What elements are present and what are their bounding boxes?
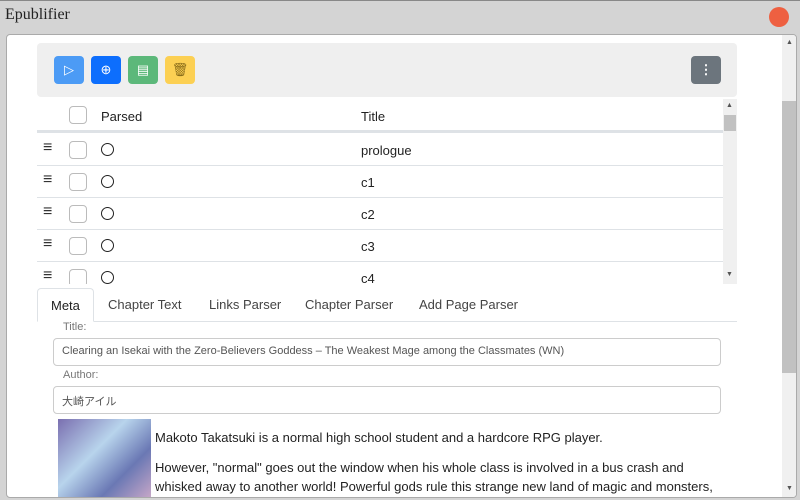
tab-chapter-parser[interactable]: Chapter Parser: [292, 288, 406, 322]
drag-handle-icon[interactable]: ≡: [43, 235, 52, 253]
scroll-up-icon[interactable]: ▲: [726, 102, 733, 109]
tab-bar: Meta Chapter Text Links Parser Chapter P…: [37, 288, 737, 322]
table-row[interactable]: ≡ c1: [37, 166, 723, 198]
delete-button[interactable]: 🗑: [165, 56, 195, 84]
kebab-icon: ⋮: [699, 62, 713, 77]
tab-add-page-parser[interactable]: Add Page Parser: [406, 288, 531, 322]
row-checkbox[interactable]: [69, 269, 87, 284]
tab-chapter-text[interactable]: Chapter Text: [95, 288, 194, 322]
window-scrollbar[interactable]: ▲ ▼: [782, 35, 796, 497]
play-icon: ▷: [64, 62, 74, 77]
description-paragraph: However, "normal" goes out the window wh…: [155, 460, 713, 494]
drag-handle-icon[interactable]: ≡: [43, 267, 52, 284]
parse-button[interactable]: ▷: [54, 56, 84, 84]
drag-handle-icon[interactable]: ≡: [43, 203, 52, 221]
table-header: Parsed Title: [37, 99, 723, 133]
table-row[interactable]: ≡ prologue: [37, 134, 723, 166]
unparsed-circle-icon: [101, 143, 114, 156]
tab-meta[interactable]: Meta: [37, 288, 94, 322]
row-title: c2: [361, 207, 375, 222]
unparsed-circle-icon: [101, 239, 114, 252]
toolbar: ▷ ⊕ ▤ 🗑 ⋮: [37, 43, 737, 97]
author-label: Author:: [63, 369, 99, 381]
row-title: prologue: [361, 143, 412, 158]
table-scroll-thumb[interactable]: [724, 115, 736, 131]
row-title: c3: [361, 239, 375, 254]
scroll-down-icon[interactable]: ▼: [786, 485, 793, 492]
tab-links-parser[interactable]: Links Parser: [196, 288, 294, 322]
close-button[interactable]: [769, 7, 789, 27]
row-checkbox[interactable]: [69, 141, 87, 159]
unparsed-circle-icon: [101, 271, 114, 284]
table-row[interactable]: ≡ c4: [37, 262, 723, 284]
unparsed-circle-icon: [101, 207, 114, 220]
chapter-table: Parsed Title ≡ prologue ≡ c1 ≡ c2 ≡ c3 ≡ c4 ▲…: [37, 99, 737, 284]
title-input[interactable]: Clearing an Isekai with the Zero-Believe…: [53, 338, 721, 366]
trash-icon: 🗑: [171, 62, 189, 77]
unparsed-circle-icon: [101, 175, 114, 188]
add-button[interactable]: ⊕: [91, 56, 121, 84]
cover-image: [58, 419, 151, 497]
table-row[interactable]: ≡ c3: [37, 230, 723, 262]
title-bar: Epublifier: [0, 0, 800, 32]
author-input[interactable]: 大崎アイル: [53, 386, 721, 414]
table-scrollbar[interactable]: ▲ ▼: [723, 99, 737, 284]
window-scroll-thumb[interactable]: [782, 101, 796, 373]
row-title: c4: [361, 271, 375, 284]
select-all-checkbox[interactable]: [69, 106, 87, 124]
scroll-down-icon[interactable]: ▼: [726, 271, 733, 278]
header-title[interactable]: Title: [361, 109, 385, 124]
header-parsed[interactable]: Parsed: [101, 109, 142, 124]
title-label: Title:: [63, 321, 87, 333]
row-checkbox[interactable]: [69, 173, 87, 191]
description-paragraph: Makoto Takatsuki is a normal high school…: [155, 430, 603, 445]
row-checkbox[interactable]: [69, 237, 87, 255]
book-icon: ▤: [136, 62, 150, 77]
row-title: c1: [361, 175, 375, 190]
more-button[interactable]: ⋮: [691, 56, 721, 84]
epub-button[interactable]: ▤: [128, 56, 158, 84]
row-checkbox[interactable]: [69, 205, 87, 223]
plus-circle-icon: ⊕: [100, 62, 112, 77]
main-panel: ▷ ⊕ ▤ 🗑 ⋮ Parsed Title ≡ prologue ≡ c1 ≡ c2…: [6, 34, 797, 498]
table-row[interactable]: ≡ c2: [37, 198, 723, 230]
window-title: Epublifier: [5, 6, 70, 23]
drag-handle-icon[interactable]: ≡: [43, 139, 52, 157]
drag-handle-icon[interactable]: ≡: [43, 171, 52, 189]
scroll-up-icon[interactable]: ▲: [786, 39, 793, 46]
